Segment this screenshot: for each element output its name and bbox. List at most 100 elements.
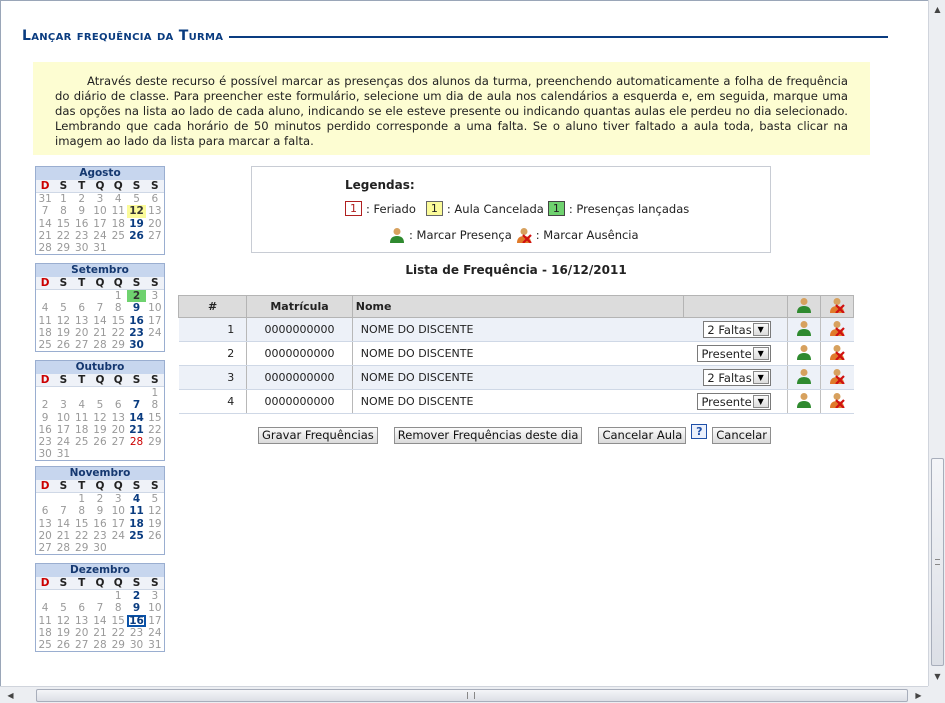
calendar-day-class[interactable]: 21 <box>127 424 145 436</box>
legend-title: Legendas: <box>345 178 415 192</box>
calendar-day-launched[interactable]: 2 <box>127 290 146 303</box>
calendar-day: 2 <box>96 493 104 506</box>
calendar-day <box>127 448 145 460</box>
mark-presence-button[interactable] <box>786 317 821 342</box>
weekday-label: S <box>59 480 68 492</box>
row-num: 3 <box>178 365 248 390</box>
canceled-swatch: 1 <box>425 201 443 216</box>
user-remove-icon[interactable] <box>829 368 845 385</box>
calendar-setembro: Setembro DSTQQSS 123 4 5 6 7 8 9 10 11 12 13 14 15… <box>35 263 165 353</box>
calendar-day: 11 <box>38 314 52 327</box>
calendar-day-class[interactable]: 23 <box>127 327 145 339</box>
calendar-day-class[interactable]: 25 <box>127 530 145 542</box>
calendar-day: 31 <box>56 448 71 461</box>
header-ausencia-all[interactable] <box>819 295 855 318</box>
user-check-icon[interactable] <box>796 344 812 360</box>
calendar-day-class[interactable]: 30 <box>127 339 145 351</box>
user-check-icon[interactable] <box>796 392 812 408</box>
calendar-day: 4 <box>41 302 49 315</box>
calendar-day-class[interactable]: 19 <box>127 218 145 230</box>
status-select[interactable]: Presente ▼ <box>697 345 771 362</box>
mark-presence-button[interactable] <box>786 389 821 414</box>
calendar-day: 28 <box>93 338 107 351</box>
calendar-month-title: Setembro <box>36 264 164 277</box>
calendar-day: 23 <box>38 435 52 448</box>
header-presenca-all[interactable] <box>786 295 821 318</box>
user-remove-icon[interactable] <box>829 344 845 361</box>
calendar-day: 24 <box>56 435 71 448</box>
calendar-day: 8 <box>60 205 67 218</box>
calendar-day: 13 <box>148 205 162 218</box>
calendar-day-holiday: 28 <box>129 435 144 448</box>
chevron-down-icon[interactable]: ▼ <box>752 323 769 336</box>
cancel-button[interactable]: Cancelar <box>712 427 771 444</box>
mark-absence-button[interactable] <box>819 365 854 390</box>
calendar-day-class[interactable]: 11 <box>127 505 145 517</box>
cancel-class-button[interactable]: Cancelar Aula <box>598 427 687 444</box>
calendar-day: 24 <box>111 529 125 542</box>
user-remove-icon[interactable] <box>829 320 845 337</box>
calendar-day: 31 <box>93 241 107 254</box>
remove-attendance-button[interactable]: Remover Frequências deste dia <box>393 427 583 444</box>
mark-absence-button[interactable] <box>819 389 854 414</box>
row-status-cell: Presente ▼ <box>683 389 788 414</box>
calendar-day-selected[interactable]: 16 <box>127 614 146 627</box>
calendar-day: 10 <box>148 602 162 615</box>
status-select[interactable]: 2 Faltas ▼ <box>703 369 771 386</box>
calendar-day-class[interactable]: 2 <box>127 590 145 602</box>
chevron-down-icon[interactable]: ▼ <box>752 347 769 360</box>
vertical-scrollbar[interactable]: ▲ ▼ <box>928 0 945 686</box>
mark-absence-button[interactable] <box>819 317 854 342</box>
save-attendance-button[interactable]: Gravar Frequências <box>258 427 378 444</box>
calendar-day-class[interactable]: 16 <box>127 315 145 327</box>
user-remove-icon[interactable] <box>829 392 845 409</box>
calendar-day: 6 <box>78 302 86 315</box>
chevron-down-icon[interactable]: ▼ <box>752 371 769 384</box>
horizontal-scrollbar[interactable]: ◀ ▶ <box>0 686 928 703</box>
calendar-day-class[interactable]: 18 <box>127 518 145 530</box>
calendar-day: 29 <box>111 338 125 351</box>
status-select[interactable]: Presente ▼ <box>697 393 771 410</box>
mark-absence-button[interactable] <box>819 341 854 366</box>
calendar-day-class[interactable]: 14 <box>127 412 145 424</box>
calendar-day: 15 <box>111 314 125 327</box>
weekday-label: S <box>59 277 68 289</box>
row-nome: NOME DO DISCENTE <box>352 365 684 390</box>
calendar-day-class[interactable]: 4 <box>127 493 145 505</box>
calendar-day-class[interactable]: 7 <box>127 399 145 411</box>
scroll-up-icon[interactable]: ▲ <box>931 3 944 16</box>
scroll-right-icon[interactable]: ▶ <box>912 689 925 702</box>
calendar-day <box>127 242 145 254</box>
calendar-day-class[interactable]: 26 <box>127 230 145 242</box>
calendar-day: 16 <box>93 517 107 530</box>
calendar-day-class[interactable]: 9 <box>127 602 145 614</box>
calendar-day: 22 <box>111 326 125 339</box>
status-select[interactable]: 2 Faltas ▼ <box>703 321 771 338</box>
weekday-label: Q <box>95 374 105 386</box>
user-check-icon[interactable] <box>796 368 812 384</box>
weekday-label: S <box>151 480 159 492</box>
user-check-icon[interactable] <box>796 320 812 336</box>
calendar-day-class[interactable]: 9 <box>127 302 145 314</box>
help-icon[interactable]: ? <box>691 424 708 439</box>
horizontal-scroll-thumb[interactable] <box>36 689 908 702</box>
chevron-down-icon[interactable]: ▼ <box>752 395 769 408</box>
user-check-icon[interactable] <box>796 297 812 313</box>
mark-presence-button[interactable] <box>786 365 821 390</box>
calendar-day: 7 <box>96 302 104 315</box>
calendar-day-canceled[interactable]: 12 <box>127 205 146 218</box>
calendar-day: 8 <box>78 505 86 518</box>
calendar-day: 17 <box>148 614 162 627</box>
user-check-icon <box>390 228 404 243</box>
legend-cancelada: : Aula Cancelada <box>446 201 544 216</box>
vertical-scroll-thumb[interactable] <box>931 458 944 666</box>
user-remove-icon[interactable] <box>829 297 845 314</box>
scroll-left-icon[interactable]: ◀ <box>4 689 17 702</box>
calendar-day: 7 <box>41 205 49 218</box>
scroll-down-icon[interactable]: ▼ <box>931 670 944 683</box>
calendar-day: 22 <box>111 626 125 639</box>
mark-presence-button[interactable] <box>786 341 821 366</box>
weekday-label: T <box>78 480 86 492</box>
calendar-day: 13 <box>38 517 52 530</box>
row-nome: NOME DO DISCENTE <box>352 341 684 366</box>
